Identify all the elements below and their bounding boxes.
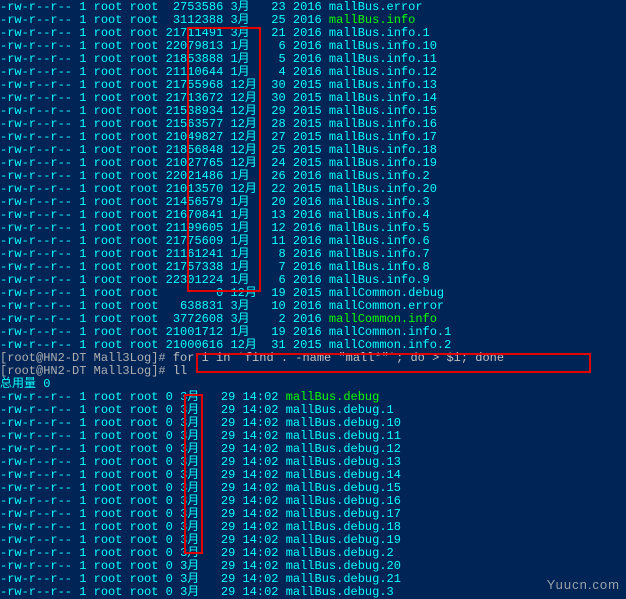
watermark: Yuucn.com (547, 578, 620, 591)
terminal-output[interactable]: -rw-r--r-- 1 root root 2753586 3月 23 201… (0, 0, 626, 599)
list-item: -rw-r--r-- 1 root root 0 3月 29 14:02 mal… (0, 586, 626, 599)
shell-prompt[interactable]: [root@HN2-DT Mall3Log]# ll (0, 365, 626, 378)
